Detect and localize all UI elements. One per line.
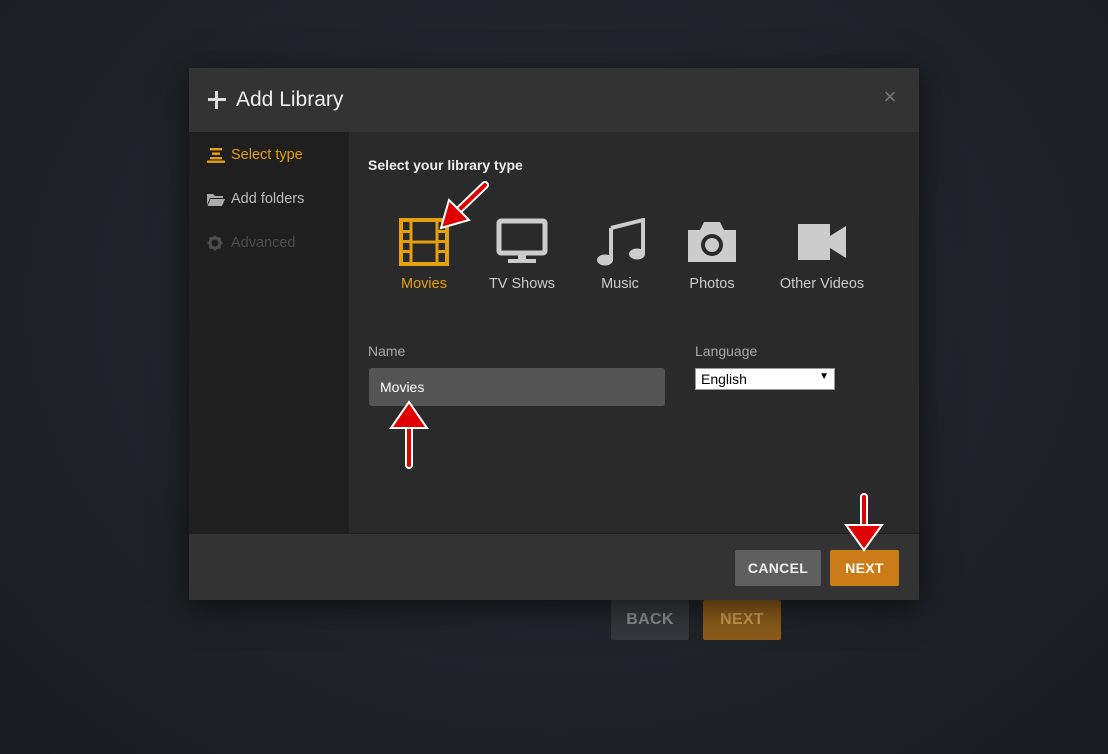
arrow-to-movies-icon [439,181,489,230]
arrow-to-name-input [389,400,429,469]
annotation-arrows [389,181,884,552]
arrow-to-next-button [844,493,884,552]
